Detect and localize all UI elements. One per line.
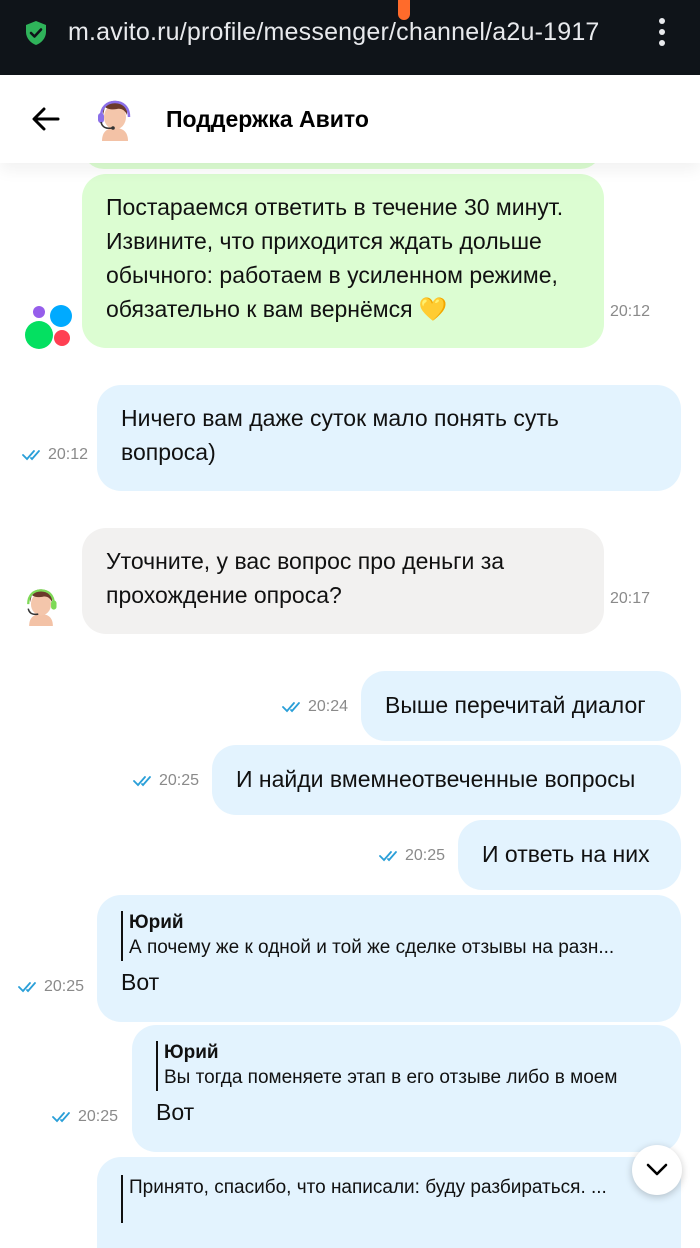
message-bubble[interactable]: Юрий А почему же к одной и той же сделке…: [97, 895, 681, 1022]
chevron-down-icon: [646, 1163, 668, 1176]
message-time: 20:25: [405, 847, 446, 864]
double-check-icon: [133, 775, 151, 787]
arrow-left-icon[interactable]: [28, 101, 64, 137]
chat-title: Поддержка Авито: [166, 106, 369, 132]
message-status: 20:25: [379, 847, 445, 865]
support-agent-avatar: [27, 589, 57, 626]
avito-logo-icon: [25, 305, 72, 349]
message-text: Вот: [156, 1099, 195, 1125]
message-text: И ответь на них: [482, 841, 650, 867]
message-status: 20:12: [22, 446, 88, 464]
message-bubble[interactable]: И найди вмемнеотвеченные вопросы: [212, 745, 681, 815]
message-time: 20:25: [159, 772, 200, 789]
message-text: Постараемся ответить в течение 30 минут.…: [106, 194, 564, 322]
message-status: 20:24: [282, 698, 348, 716]
message-text: Выше перечитай диалог: [385, 692, 646, 718]
browser-bar: m.avito.ru/profile/messenger/channel/a2u…: [0, 0, 700, 75]
message-bubble[interactable]: И ответь на них: [458, 820, 681, 890]
kebab-menu-icon[interactable]: [652, 18, 672, 52]
address-bar[interactable]: m.avito.ru/profile/messenger/channel/a2u…: [68, 18, 640, 47]
chat-header: Поддержка Авито: [0, 75, 700, 163]
quote-author: Юрий: [129, 912, 184, 933]
message-bubble-partial: [82, 163, 602, 169]
reply-quote[interactable]: Принято, спасибо, что написали: буду раз…: [121, 1175, 657, 1223]
double-check-icon: [18, 981, 36, 993]
message-bubble[interactable]: Ничего вам даже суток мало понять суть в…: [97, 385, 681, 491]
message-bubble[interactable]: Уточните, у вас вопрос про деньги за про…: [82, 528, 604, 634]
message-text: Уточните, у вас вопрос про деньги за про…: [106, 548, 505, 608]
message-feed[interactable]: Постараемся ответить в течение 30 минут.…: [0, 163, 700, 1248]
message-time: 20:17: [610, 590, 651, 607]
message-time: 20:12: [610, 303, 651, 320]
message-bubble[interactable]: Принято, спасибо, что написали: буду раз…: [97, 1157, 681, 1248]
message-bubble[interactable]: Постараемся ответить в течение 30 минут.…: [82, 174, 604, 348]
message-time: 20:25: [44, 978, 85, 995]
message-status: 20:25: [52, 1108, 118, 1126]
loading-indicator: [398, 0, 410, 20]
message-text: И найди вмемнеотвеченные вопросы: [236, 766, 636, 792]
message-text: Вот: [121, 969, 160, 995]
message-bubble[interactable]: Выше перечитай диалог: [361, 671, 681, 741]
support-agent-avatar: [92, 95, 138, 141]
shield-check-icon: [26, 21, 46, 45]
message-status: 20:25: [133, 772, 199, 790]
double-check-icon: [22, 449, 40, 461]
message-time: 20:25: [78, 1108, 119, 1125]
message-status: 20:25: [18, 978, 84, 996]
double-check-icon: [379, 850, 397, 862]
double-check-icon: [282, 701, 300, 713]
message-time: 20:12: [48, 446, 89, 463]
double-check-icon: [52, 1111, 70, 1123]
message-time: 20:24: [308, 698, 349, 715]
scroll-down-button[interactable]: [632, 1145, 682, 1195]
quote-text: А почему же к одной и той же сделке отзы…: [129, 937, 615, 958]
quote-text: Принято, спасибо, что написали: буду раз…: [129, 1177, 607, 1198]
message-text: Ничего вам даже суток мало понять суть в…: [121, 405, 559, 465]
quote-text: Вы тогда поменяете этап в его отзыве либ…: [164, 1067, 618, 1088]
message-bubble[interactable]: Юрий Вы тогда поменяете этап в его отзыв…: [132, 1025, 681, 1152]
reply-quote[interactable]: Юрий Вы тогда поменяете этап в его отзыв…: [156, 1041, 657, 1091]
reply-quote[interactable]: Юрий А почему же к одной и той же сделке…: [121, 911, 657, 961]
quote-author: Юрий: [164, 1042, 219, 1063]
